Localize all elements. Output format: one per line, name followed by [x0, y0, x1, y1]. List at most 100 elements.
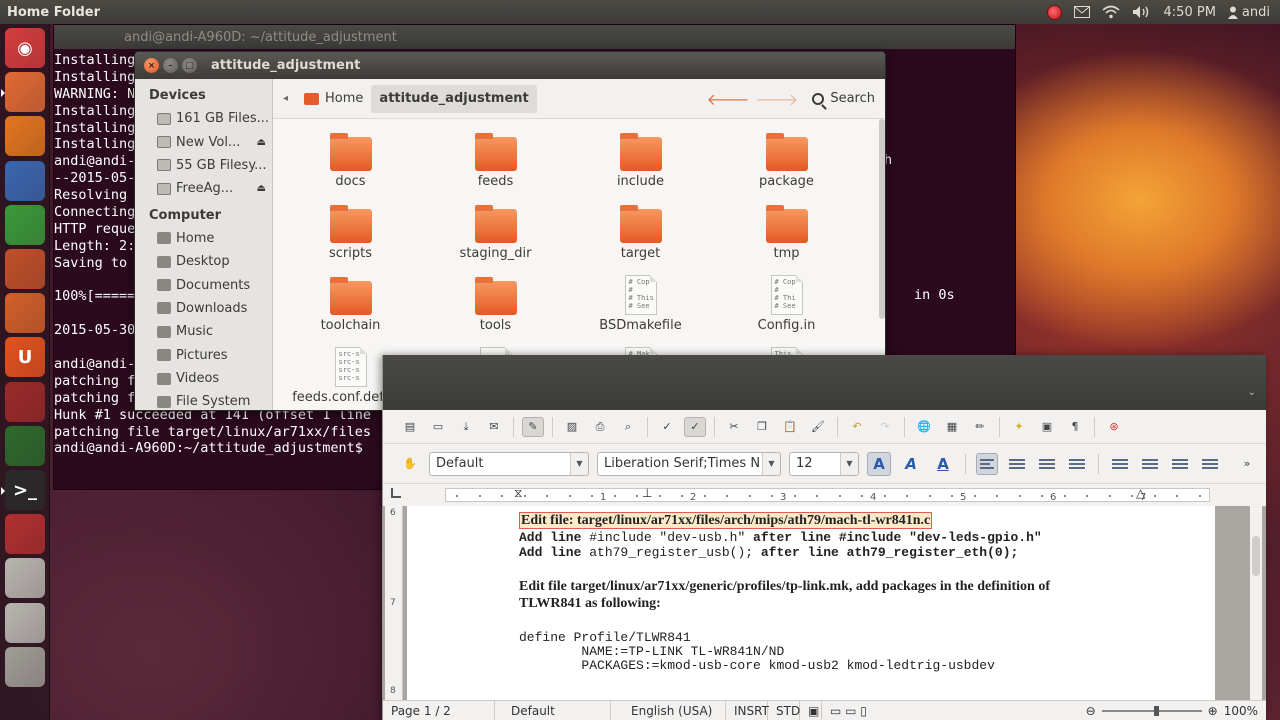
view-layout-icons[interactable]: ▭ ▭ ▯: [822, 701, 940, 720]
tab-stop-marker-icon[interactable]: ⊥: [642, 486, 652, 500]
edit-mode-icon[interactable]: ✎: [522, 416, 544, 437]
launcher-system-monitor-icon[interactable]: [5, 425, 45, 466]
zoom-level[interactable]: 100%: [1224, 704, 1258, 718]
right-indent-marker-icon[interactable]: △: [1136, 486, 1145, 500]
italic-button[interactable]: A: [899, 452, 923, 476]
redo-icon[interactable]: ↷: [874, 417, 896, 437]
font-size-select[interactable]: 12 ▼: [789, 451, 859, 476]
messaging-menu[interactable]: [1073, 6, 1090, 18]
sound-menu[interactable]: [1132, 5, 1152, 19]
launcher-impress-icon[interactable]: [5, 249, 45, 289]
writer-window[interactable]: ⌄ ▤ ▭ ⤓ ✉ ✎ ▨ ⎙ ⌕ ✓ ✓ ✂ ❐ 📋 🖌 ↶ ↷ 🌐 ▦ ✏ …: [382, 355, 1266, 720]
paragraph-style-select[interactable]: Default ▼: [429, 451, 589, 476]
scrollbar-thumb[interactable]: [1252, 536, 1260, 576]
minimize-button[interactable]: –: [163, 58, 178, 73]
launcher-software-center-icon[interactable]: [5, 293, 45, 334]
network-menu[interactable]: [1102, 5, 1120, 19]
launcher-dash-home-icon[interactable]: ◉: [5, 28, 45, 68]
sidebar-item-downloads[interactable]: Downloads: [135, 297, 272, 320]
launcher-calc-icon[interactable]: [5, 204, 45, 245]
writer-titlebar[interactable]: ⌄: [383, 355, 1266, 410]
document-page[interactable]: Edit file: target/linux/ar71xx/files/arc…: [407, 506, 1215, 700]
insert-mode-indicator[interactable]: INSRT: [726, 701, 769, 720]
tab-type-icon[interactable]: [391, 488, 401, 498]
launcher-terminal-icon[interactable]: >_: [1, 470, 45, 510]
zoom-in-icon[interactable]: ⊕: [1208, 704, 1218, 718]
align-right-button[interactable]: [1036, 453, 1058, 475]
file-item[interactable]: docs: [278, 133, 423, 189]
launcher-trash-icon[interactable]: [5, 646, 45, 687]
file-item[interactable]: # Cop # # This # See BSDmakefile: [568, 275, 713, 333]
launcher-ubuntu-one-icon[interactable]: U: [5, 337, 45, 378]
launcher-drive-1-icon[interactable]: [5, 558, 45, 599]
eject-icon[interactable]: ⏏: [257, 137, 266, 148]
file-item[interactable]: # Cop # # Thi # See Config.in: [714, 275, 859, 333]
launcher-settings-icon[interactable]: [5, 381, 45, 422]
selection-mode-indicator[interactable]: STD: [768, 701, 800, 720]
numbering-button[interactable]: [1109, 453, 1131, 475]
justify-button[interactable]: [1066, 453, 1088, 475]
zoom-out-icon[interactable]: ⊖: [1086, 704, 1096, 718]
file-item[interactable]: package: [714, 133, 859, 189]
document-scrollbar[interactable]: [1250, 506, 1262, 700]
launcher-workspace-switcher-icon[interactable]: [5, 514, 45, 555]
cut-icon[interactable]: ✂: [723, 417, 745, 437]
forward-arrow-icon[interactable]: 🡒: [755, 89, 798, 109]
clock[interactable]: 4:50 PM: [1164, 5, 1216, 20]
file-item[interactable]: toolchain: [278, 277, 423, 333]
align-left-button[interactable]: [976, 452, 998, 475]
launcher-drive-2-icon[interactable]: [5, 602, 45, 643]
file-view-scrollbar[interactable]: [879, 119, 885, 319]
bullets-button[interactable]: [1139, 453, 1161, 475]
styles-formatting-icon[interactable]: ✋: [399, 454, 421, 474]
paste-icon[interactable]: 📋: [779, 417, 801, 437]
navigator-icon[interactable]: ✦: [1008, 417, 1030, 437]
decrease-indent-button[interactable]: [1169, 453, 1191, 475]
terminal-titlebar[interactable]: andi@andi-A960D: ~/attitude_adjustment: [54, 25, 1015, 49]
user-menu[interactable]: andi: [1227, 5, 1270, 20]
maximize-button[interactable]: □: [182, 58, 197, 73]
spellcheck-icon[interactable]: ✓: [656, 417, 678, 437]
copy-icon[interactable]: ❐: [751, 417, 773, 437]
sidebar-device-item[interactable]: New Vol... ⏏: [135, 130, 272, 153]
sidebar-item-music[interactable]: Music: [135, 320, 272, 343]
sidebar-item-home[interactable]: Home: [135, 227, 272, 250]
launcher-writer-icon[interactable]: [5, 160, 45, 201]
sidebar-item-pictures[interactable]: Pictures: [135, 344, 272, 367]
back-arrow-icon[interactable]: 🡐: [707, 89, 750, 109]
language-indicator[interactable]: English (USA): [611, 701, 726, 720]
zoom-slider[interactable]: ⊖ ⊕ 100%: [1086, 704, 1266, 718]
close-button[interactable]: ×: [144, 58, 159, 73]
new-document-icon[interactable]: ▤: [399, 417, 421, 437]
save-icon[interactable]: ⤓: [455, 417, 477, 437]
file-item[interactable]: feeds: [423, 133, 568, 189]
underline-button[interactable]: A: [931, 452, 955, 476]
sidebar-item-file-system[interactable]: File System: [135, 390, 272, 410]
breadcrumb-current[interactable]: attitude_adjustment: [371, 84, 537, 113]
help-icon[interactable]: ⊛: [1103, 417, 1125, 437]
export-pdf-icon[interactable]: ▨: [561, 417, 583, 437]
update-indicator[interactable]: [1046, 4, 1062, 20]
breadcrumb-left-arrow-icon[interactable]: ◂: [283, 93, 288, 104]
clone-formatting-icon[interactable]: 🖌: [807, 417, 829, 437]
print-icon[interactable]: ⎙: [589, 417, 611, 437]
page-indicator[interactable]: Page 1 / 2: [383, 701, 495, 720]
file-item[interactable]: tools: [423, 277, 568, 333]
font-name-select[interactable]: Liberation Serif;Times N ▼: [597, 451, 781, 476]
table-icon[interactable]: ▦: [941, 417, 963, 437]
launcher-firefox-icon[interactable]: [5, 116, 45, 157]
page-style-indicator[interactable]: Default: [495, 701, 611, 720]
file-item[interactable]: tmp: [714, 205, 859, 261]
open-folder-icon[interactable]: ▭: [427, 417, 449, 437]
autospellcheck-icon[interactable]: ✓: [684, 416, 706, 437]
sidebar-item-documents[interactable]: Documents: [135, 273, 272, 296]
sidebar-device-item[interactable]: FreeAg... ⏏: [135, 177, 272, 200]
bold-button[interactable]: A: [867, 451, 891, 476]
align-center-button[interactable]: [1006, 453, 1028, 475]
file-item[interactable]: target: [568, 205, 713, 261]
sidebar-item-videos[interactable]: Videos: [135, 367, 272, 390]
undo-icon[interactable]: ↶: [846, 417, 868, 437]
file-item[interactable]: staging_dir: [423, 205, 568, 261]
zoom-track[interactable]: [1101, 705, 1202, 716]
sidebar-item-desktop[interactable]: Desktop: [135, 250, 272, 273]
